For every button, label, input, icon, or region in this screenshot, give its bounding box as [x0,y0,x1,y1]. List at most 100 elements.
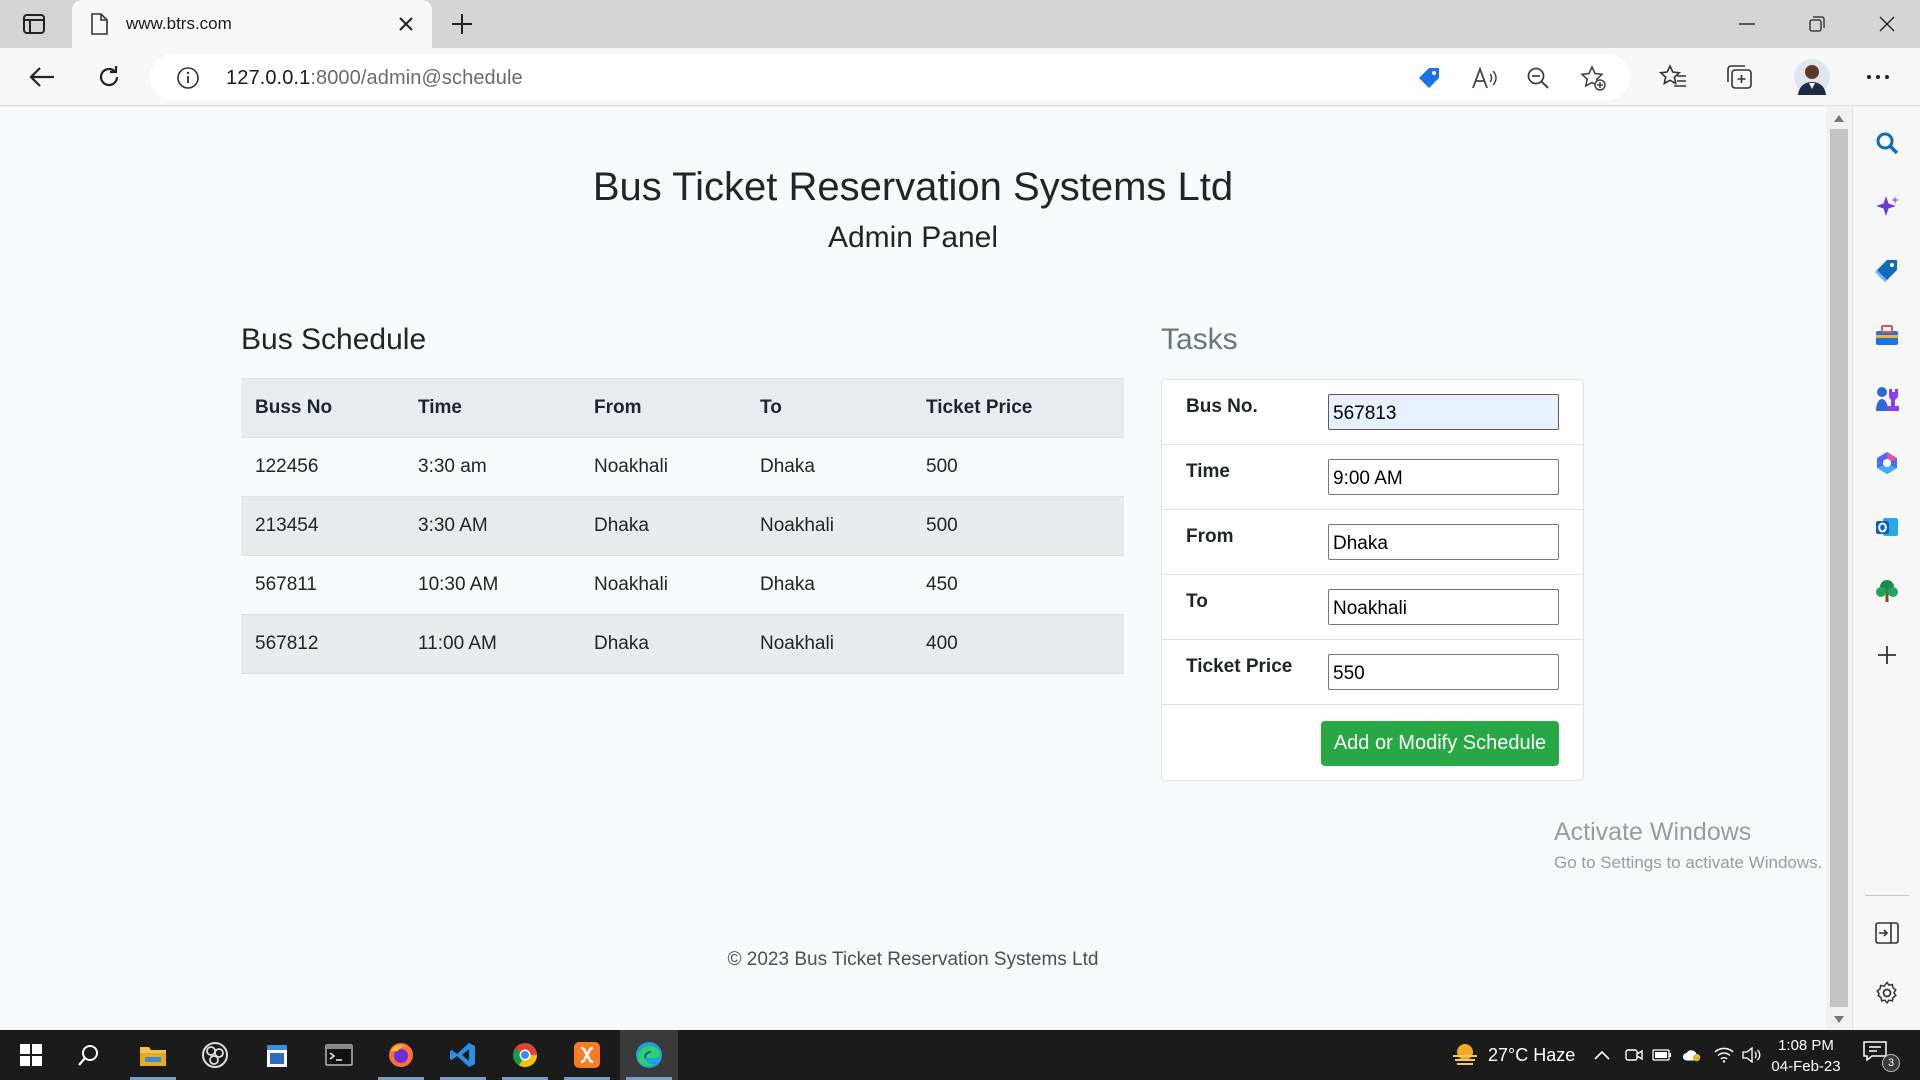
ticket-price-label: Ticket Price [1186,656,1293,677]
profile-avatar[interactable] [1792,57,1832,97]
terminal-icon[interactable] [310,1030,368,1080]
form-row-ticket-price: Ticket Price [1162,640,1583,705]
onedrive-sync-icon[interactable] [1682,1045,1702,1065]
vscode-icon[interactable] [434,1030,492,1080]
refresh-icon[interactable] [91,59,127,95]
notification-center-icon[interactable]: 3 [1862,1040,1902,1072]
site-title: Bus Ticket Reservation Systems Ltd [592,165,1234,209]
copilot-sparkle-icon[interactable] [1871,191,1903,223]
table-row: 213454 3:30 AM Dhaka Noakhali 500 [241,496,1124,556]
scroll-thumb[interactable] [1830,129,1848,1007]
column-header: Time [404,378,580,438]
weather-haze-icon[interactable] [1450,1042,1480,1068]
file-explorer-icon[interactable] [124,1030,182,1080]
cell-time: 10:30 AM [404,555,580,615]
restore-icon[interactable] [1782,0,1852,48]
minimize-icon[interactable] [1712,0,1782,48]
schedule-heading: Bus Schedule [241,323,427,356]
hide-sidebar-icon[interactable] [1871,917,1903,949]
ticket-price-input[interactable] [1328,654,1559,690]
add-modify-schedule-button[interactable]: Add or Modify Schedule [1321,721,1559,766]
schedule-table: Buss No Time From To Ticket Price 122456… [241,378,1124,674]
tab-actions-icon[interactable] [14,8,54,40]
system-clock[interactable]: 1:08 PM 04-Feb-23 [1770,1035,1842,1077]
sidebar-divider [1865,895,1909,896]
footer-copyright: © 2023 Bus Ticket Reservation Systems Lt… [727,949,1099,970]
scroll-up-arrow-icon[interactable] [1832,111,1846,125]
close-tab-icon[interactable] [394,12,418,36]
cell-time: 11:00 AM [404,614,580,674]
cell-to: Noakhali [746,496,912,556]
table-row: 567811 10:30 AM Noakhali Dhaka 450 [241,555,1124,615]
cell-bus-no: 122456 [241,437,404,497]
drop-tree-icon[interactable] [1871,575,1903,607]
site-info-icon[interactable] [176,66,200,95]
cell-to: Noakhali [746,614,912,674]
wifi-icon[interactable] [1714,1045,1734,1065]
url-path: :8000/admin@schedule [310,67,523,89]
zoom-out-icon[interactable] [1524,64,1552,92]
browser-tab[interactable]: www.btrs.com [72,0,432,48]
cell-from: Noakhali [580,555,746,615]
search-icon[interactable] [1871,127,1903,159]
to-input[interactable] [1328,589,1559,625]
cell-price: 450 [912,555,1124,615]
xampp-icon[interactable] [558,1030,616,1080]
from-input[interactable] [1328,524,1559,560]
tasks-form: Bus No. Time From To Ticket Price Add or… [1161,379,1584,781]
tab-bar: www.btrs.com [0,0,1920,48]
column-header: From [580,378,746,438]
outlook-icon[interactable] [1871,511,1903,543]
chevron-up-icon[interactable] [1592,1045,1612,1065]
games-icon[interactable] [1871,383,1903,415]
edge-browser-icon[interactable] [620,1030,678,1080]
favorites-icon[interactable] [1655,59,1691,95]
cell-time: 3:30 am [404,437,580,497]
obs-studio-icon[interactable] [186,1030,244,1080]
add-sidebar-app-icon[interactable] [1871,639,1903,671]
shopping-tag-icon[interactable] [1415,64,1443,92]
chrome-icon[interactable] [496,1030,554,1080]
cell-bus-no: 567811 [241,555,404,615]
firefox-icon[interactable] [372,1030,430,1080]
battery-icon[interactable] [1652,1045,1672,1065]
weather-text[interactable]: 27°C Haze [1488,1045,1575,1066]
notepad-icon[interactable] [248,1030,306,1080]
scroll-down-arrow-icon[interactable] [1832,1012,1846,1026]
table-row: 567812 11:00 AM Dhaka Noakhali 400 [241,614,1124,674]
shopping-icon[interactable] [1871,255,1903,287]
read-aloud-icon[interactable] [1470,64,1498,92]
microsoft365-icon[interactable] [1871,447,1903,479]
close-window-icon[interactable] [1852,0,1920,48]
back-arrow-icon[interactable] [24,59,60,95]
clock-time: 1:08 PM [1778,1037,1834,1054]
windows-start-icon[interactable] [2,1030,60,1080]
browser-toolbar: 127.0.0.1:8000/admin@schedule [0,48,1920,106]
more-menu-icon[interactable] [1860,59,1896,95]
add-favorite-icon[interactable] [1579,64,1607,92]
column-header: Ticket Price [912,378,1124,438]
address-bar[interactable]: 127.0.0.1:8000/admin@schedule [150,54,1630,100]
bus-no-input[interactable] [1328,394,1559,430]
page-icon [90,13,108,40]
edge-sidebar [1852,107,1920,1030]
watermark-title: Activate Windows [1554,818,1752,846]
volume-icon[interactable] [1742,1045,1762,1065]
sidebar-settings-gear-icon[interactable] [1871,977,1903,1009]
meet-now-icon[interactable] [1624,1045,1644,1065]
cell-price: 500 [912,496,1124,556]
tools-icon[interactable] [1871,319,1903,351]
taskbar-search-icon[interactable] [60,1030,118,1080]
to-label: To [1186,591,1208,612]
form-row-time: Time [1162,445,1583,510]
activate-windows-watermark: Activate Windows Go to Settings to activ… [1554,818,1844,873]
url-host: 127.0.0.1 [226,67,311,89]
new-tab-icon[interactable] [446,8,478,40]
time-input[interactable] [1328,459,1559,495]
collections-icon[interactable] [1721,59,1757,95]
form-row-bus-no: Bus No. [1162,380,1583,445]
column-header: Buss No [241,378,404,438]
page-scrollbar[interactable] [1826,107,1852,1030]
url-text[interactable]: 127.0.0.1:8000/admin@schedule [226,67,523,90]
from-label: From [1186,526,1234,547]
